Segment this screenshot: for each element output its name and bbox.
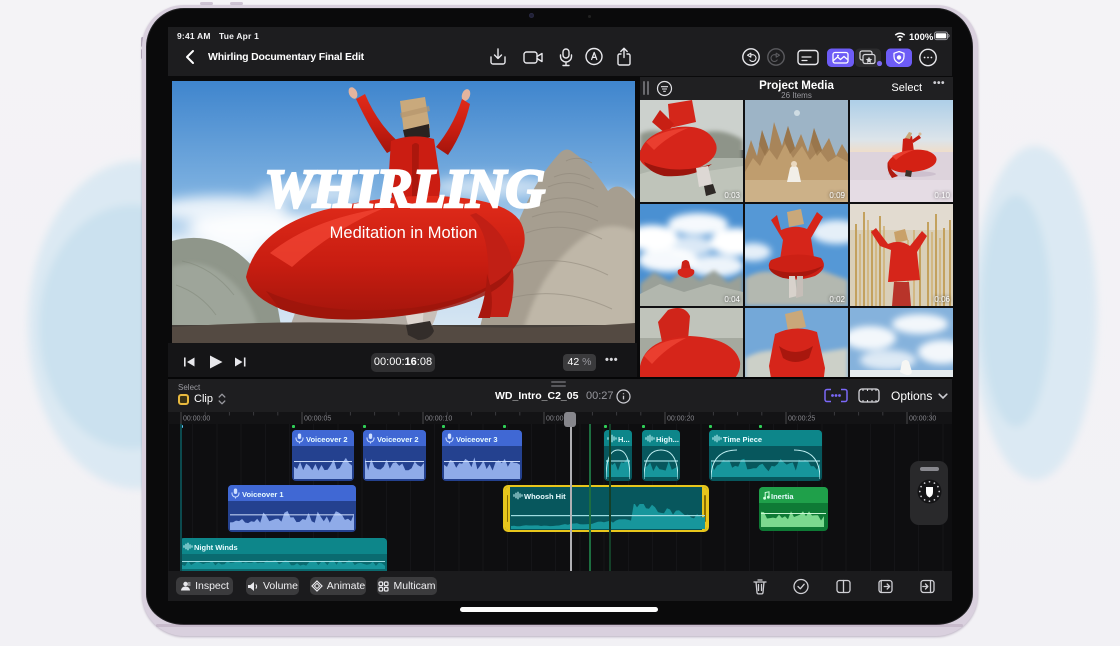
svg-text:00:00:05: 00:00:05	[304, 416, 331, 423]
svg-text:100%: 100%	[909, 32, 934, 42]
svg-text:00:00:30: 00:00:30	[909, 416, 936, 423]
svg-text:00:00:25: 00:00:25	[788, 416, 815, 423]
svg-text:00:00:10: 00:00:10	[425, 416, 452, 423]
svg-text:00:00:00: 00:00:00	[183, 416, 210, 423]
svg-text:00:00:20: 00:00:20	[667, 416, 694, 423]
